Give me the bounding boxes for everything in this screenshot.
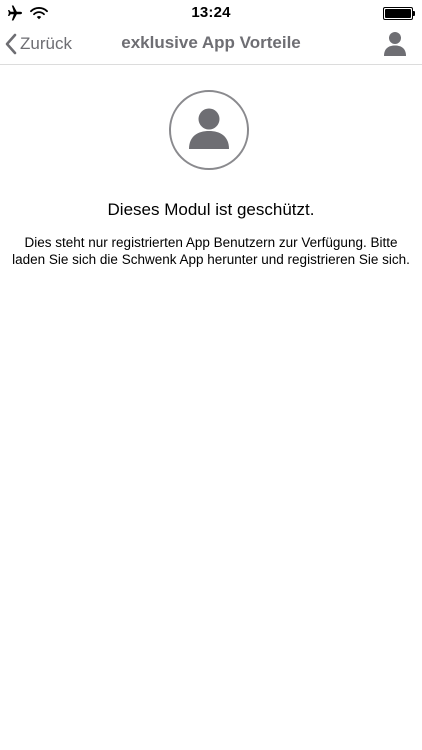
chevron-left-icon — [4, 33, 18, 55]
protected-heading: Dieses Modul ist geschützt. — [107, 200, 315, 219]
user-profile-icon — [381, 31, 409, 57]
status-time: 13:24 — [191, 4, 231, 21]
avatar — [169, 90, 249, 170]
protected-message: Dies steht nur registrierten App Benutze… — [12, 235, 410, 267]
user-profile-button[interactable] — [381, 31, 409, 57]
battery-icon — [383, 7, 415, 20]
status-bar: 13:24 — [0, 0, 422, 26]
battery-body — [383, 7, 413, 20]
back-button-label: Zurück — [20, 34, 72, 53]
back-button[interactable]: Zurück — [4, 28, 72, 60]
user-avatar-icon — [189, 108, 229, 149]
battery-fill — [385, 9, 411, 18]
battery-tip — [413, 11, 415, 16]
navigation-bar: Zurück exklusive App Vorteile — [0, 26, 422, 65]
